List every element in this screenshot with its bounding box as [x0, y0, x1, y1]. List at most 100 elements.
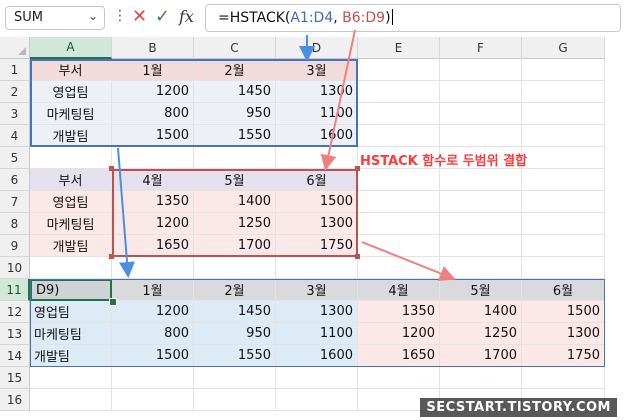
- table1-cell[interactable]: 1500: [112, 125, 194, 147]
- table2-cell[interactable]: 1300: [276, 213, 358, 235]
- result-cell[interactable]: 1200: [112, 301, 194, 323]
- grid-cell[interactable]: [522, 367, 605, 389]
- column-header-e[interactable]: E: [358, 37, 440, 59]
- column-header-d[interactable]: D: [276, 37, 358, 59]
- result-cell[interactable]: 1300: [522, 323, 605, 345]
- row-header-1[interactable]: 1: [0, 59, 30, 81]
- grid-cell[interactable]: [522, 59, 605, 81]
- table1-cell[interactable]: 마케팅팀: [30, 103, 112, 125]
- grid-cell[interactable]: [358, 81, 440, 103]
- row-header-14[interactable]: 14: [0, 345, 30, 367]
- result-cell[interactable]: 950: [194, 323, 276, 345]
- enter-icon[interactable]: ✓: [155, 6, 170, 27]
- cancel-icon[interactable]: ✕: [132, 6, 147, 27]
- table2-cell[interactable]: 1200: [112, 213, 194, 235]
- more-options-icon[interactable]: ⋮: [113, 8, 127, 24]
- grid-cell[interactable]: [440, 169, 522, 191]
- grid-cell[interactable]: [30, 367, 112, 389]
- result-cell[interactable]: 개발팀: [30, 345, 112, 367]
- result-cell[interactable]: 1500: [522, 301, 605, 323]
- result-cell[interactable]: 1600: [276, 345, 358, 367]
- table1-cell[interactable]: 개발팀: [30, 125, 112, 147]
- result-cell[interactable]: 1700: [440, 345, 522, 367]
- grid-cell[interactable]: [194, 257, 276, 279]
- table2-cell[interactable]: 마케팅팀: [30, 213, 112, 235]
- column-header-a[interactable]: A: [30, 37, 112, 59]
- name-box[interactable]: SUM ⌄: [5, 6, 105, 30]
- grid-cell[interactable]: [522, 235, 605, 257]
- result-cell[interactable]: 1250: [440, 323, 522, 345]
- result-cell[interactable]: 1100: [276, 323, 358, 345]
- grid-cell[interactable]: [194, 389, 276, 411]
- row-header-12[interactable]: 12: [0, 301, 30, 323]
- grid-cell[interactable]: [522, 125, 605, 147]
- row-header-9[interactable]: 9: [0, 235, 30, 257]
- result-header-cell[interactable]: 5월: [440, 279, 522, 301]
- grid-cell[interactable]: [440, 257, 522, 279]
- select-all-corner[interactable]: [0, 37, 30, 59]
- grid-cell[interactable]: [194, 147, 276, 169]
- table1-cell[interactable]: 1200: [112, 81, 194, 103]
- row-header-15[interactable]: 15: [0, 367, 30, 389]
- result-header-cell[interactable]: 6월: [522, 279, 605, 301]
- row-header-3[interactable]: 3: [0, 103, 30, 125]
- table1-cell[interactable]: 영업팀: [30, 81, 112, 103]
- result-cell[interactable]: 1550: [194, 345, 276, 367]
- row-header-5[interactable]: 5: [0, 147, 30, 169]
- table2-cell[interactable]: 1700: [194, 235, 276, 257]
- grid-cell[interactable]: [276, 257, 358, 279]
- table1-cell[interactable]: 1600: [276, 125, 358, 147]
- table2-header-cell[interactable]: 4월: [112, 169, 194, 191]
- grid-cell[interactable]: [358, 235, 440, 257]
- grid-cell[interactable]: [358, 367, 440, 389]
- grid-cell[interactable]: [358, 169, 440, 191]
- fill-handle[interactable]: [109, 298, 117, 306]
- grid-cell[interactable]: [522, 81, 605, 103]
- grid-cell[interactable]: [440, 213, 522, 235]
- table1-cell[interactable]: 1450: [194, 81, 276, 103]
- table1-header-cell[interactable]: 3월: [276, 59, 358, 81]
- table2-cell[interactable]: 1750: [276, 235, 358, 257]
- grid-cell[interactable]: [440, 59, 522, 81]
- grid-cell[interactable]: [522, 191, 605, 213]
- grid-cell[interactable]: [440, 235, 522, 257]
- table1-header-cell[interactable]: 1월: [112, 59, 194, 81]
- grid-cell[interactable]: [522, 257, 605, 279]
- result-cell[interactable]: 마케팅팀: [30, 323, 112, 345]
- result-header-cell[interactable]: 4월: [358, 279, 440, 301]
- grid-cell[interactable]: [30, 389, 112, 411]
- grid-cell[interactable]: [358, 191, 440, 213]
- grid-cell[interactable]: [440, 81, 522, 103]
- grid-cell[interactable]: [194, 367, 276, 389]
- range-handle[interactable]: [109, 166, 114, 171]
- table2-cell[interactable]: 1350: [112, 191, 194, 213]
- table2-cell[interactable]: 1650: [112, 235, 194, 257]
- grid-cell[interactable]: [358, 257, 440, 279]
- grid-cell[interactable]: [522, 169, 605, 191]
- table1-cell[interactable]: 950: [194, 103, 276, 125]
- grid-cell[interactable]: [30, 147, 112, 169]
- table2-cell[interactable]: 1250: [194, 213, 276, 235]
- grid-cell[interactable]: [112, 389, 194, 411]
- grid-cell[interactable]: [276, 367, 358, 389]
- grid-cell[interactable]: [276, 389, 358, 411]
- result-cell[interactable]: 영업팀: [30, 301, 112, 323]
- row-header-11[interactable]: 11: [0, 279, 30, 301]
- result-cell[interactable]: 1500: [112, 345, 194, 367]
- active-cell[interactable]: D9): [30, 279, 112, 301]
- result-cell[interactable]: 1200: [358, 323, 440, 345]
- table1-header-cell[interactable]: 부서: [30, 59, 112, 81]
- range-handle[interactable]: [109, 254, 114, 259]
- grid-cell[interactable]: [440, 125, 522, 147]
- grid-cell[interactable]: [358, 213, 440, 235]
- grid-cell[interactable]: [440, 367, 522, 389]
- row-header-13[interactable]: 13: [0, 323, 30, 345]
- result-header-cell[interactable]: 1월: [112, 279, 194, 301]
- result-header-cell[interactable]: 3월: [276, 279, 358, 301]
- sheet-grid[interactable]: 부서 1월 2월 3월 영업팀 1200 1450 1300 마케팅팀 800 950 1100 개발팀…: [30, 59, 625, 420]
- table1-header-cell[interactable]: 2월: [194, 59, 276, 81]
- column-header-b[interactable]: B: [112, 37, 194, 59]
- table1-cell[interactable]: 1100: [276, 103, 358, 125]
- column-header-f[interactable]: F: [440, 37, 522, 59]
- result-cell[interactable]: 1350: [358, 301, 440, 323]
